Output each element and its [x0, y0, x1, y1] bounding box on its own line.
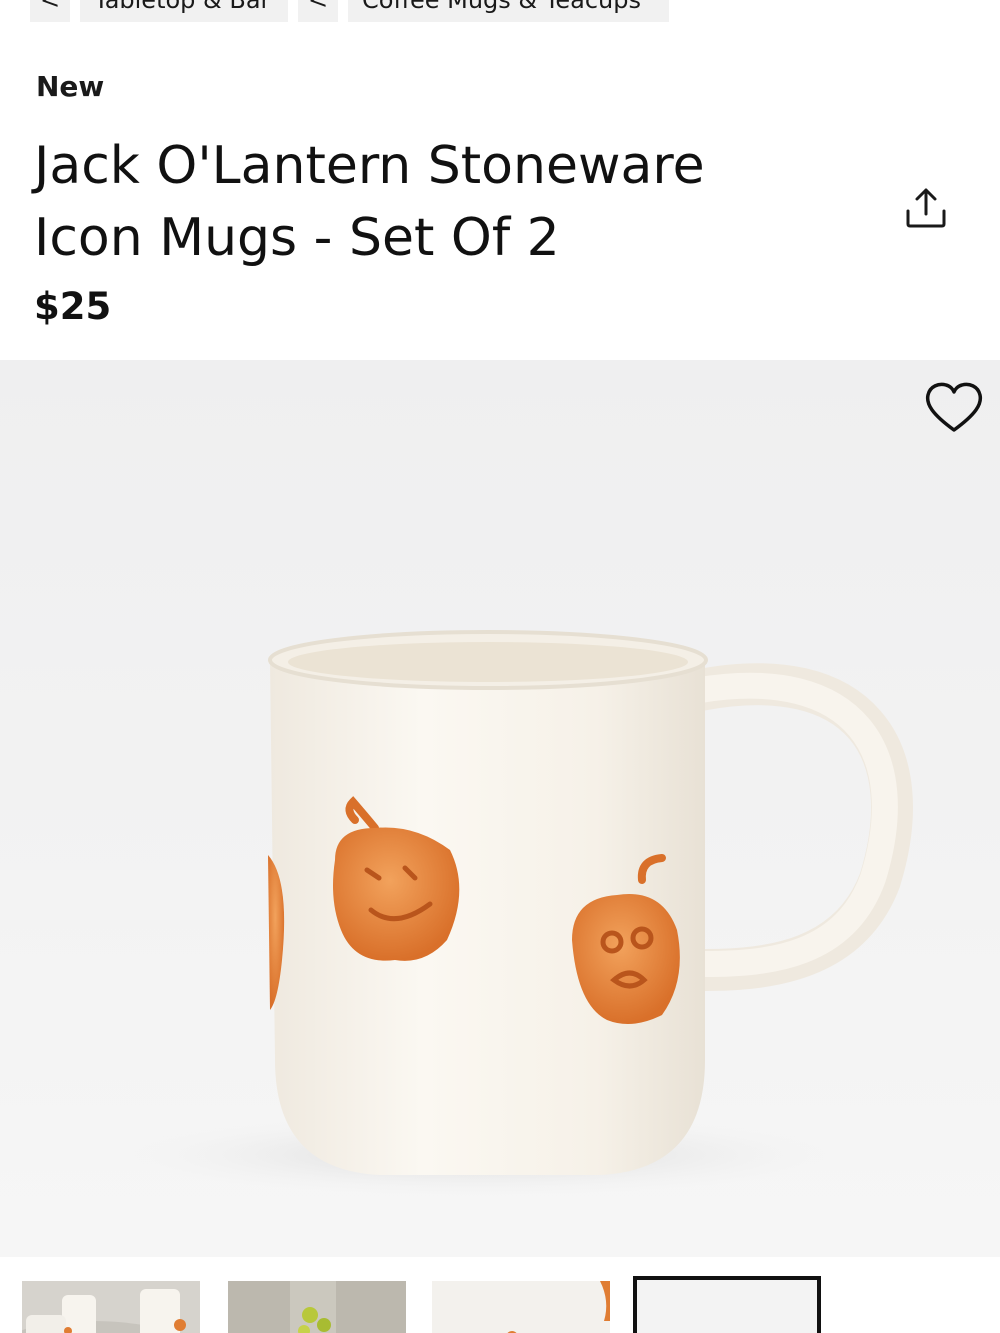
product-title: Jack O'Lantern Stoneware Icon Mugs - Set…	[34, 136, 705, 268]
thumbnail-image	[228, 1281, 406, 1333]
product-price: $25	[34, 285, 112, 328]
breadcrumb-item-label: Coffee Mugs & Teacups	[362, 0, 641, 14]
thumbnail-4-selected[interactable]	[633, 1276, 821, 1333]
thumbnail-image	[432, 1281, 610, 1333]
breadcrumb-back-button[interactable]: <	[298, 0, 338, 22]
thumbnail-image	[22, 1281, 200, 1333]
heart-icon	[925, 382, 983, 432]
thumbnail-1[interactable]	[22, 1281, 200, 1333]
breadcrumb-back-button[interactable]: <	[30, 0, 70, 22]
thumbnail-strip	[0, 1257, 1000, 1333]
share-icon	[906, 188, 946, 228]
breadcrumb-item-tabletop[interactable]: Tabletop & Bar	[80, 0, 288, 22]
new-badge: New	[36, 70, 105, 103]
breadcrumb-item-label: Tabletop & Bar	[94, 0, 271, 14]
chevron-left-icon: <	[39, 0, 61, 14]
thumbnail-3[interactable]	[432, 1281, 610, 1333]
chevron-left-icon: <	[307, 0, 329, 14]
breadcrumb: < Tabletop & Bar < Coffee Mugs & Teacups	[30, 0, 669, 22]
thumbnail-2[interactable]	[228, 1281, 406, 1333]
product-image[interactable]	[0, 360, 1000, 1257]
favorite-button[interactable]	[920, 378, 988, 438]
thumbnail-image	[637, 1280, 817, 1333]
share-button[interactable]	[896, 178, 956, 238]
mug-illustration	[120, 630, 913, 1195]
breadcrumb-item-coffee-mugs[interactable]: Coffee Mugs & Teacups	[348, 0, 669, 22]
